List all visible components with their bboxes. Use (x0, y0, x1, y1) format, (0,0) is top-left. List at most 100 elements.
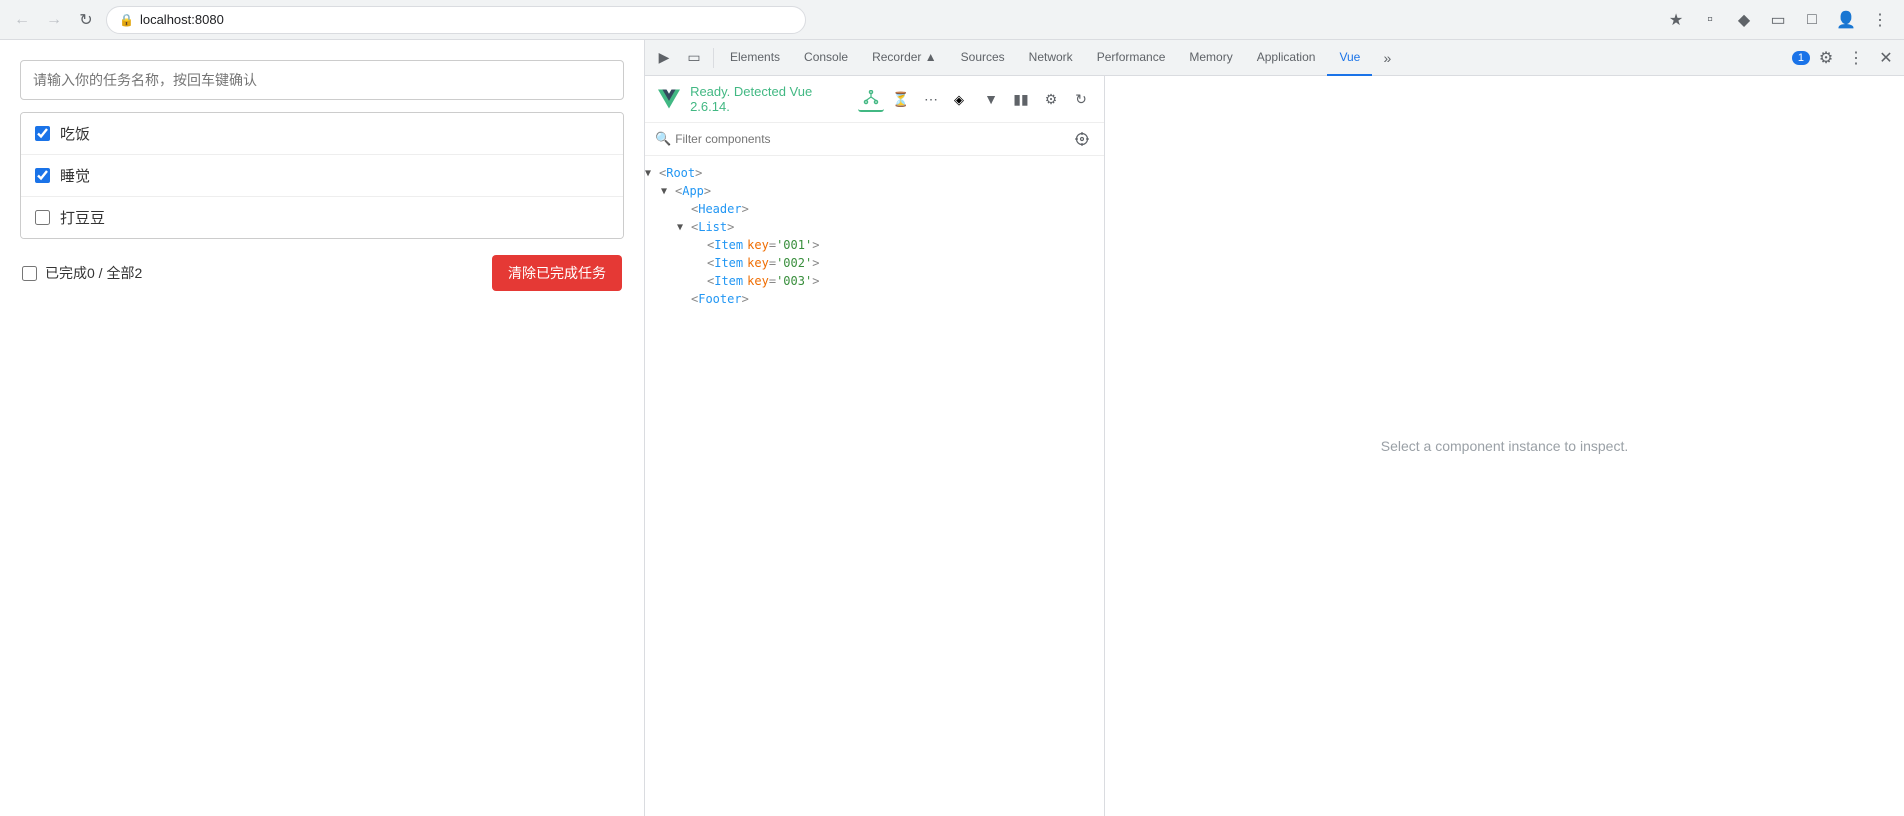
all-check-checkbox[interactable] (22, 266, 37, 281)
vue-panel: Ready. Detected Vue 2.6.14. (645, 76, 1105, 816)
tree-attr-val: '001' (776, 238, 812, 252)
task-label: 打豆豆 (60, 207, 105, 228)
inspector-placeholder-text: Select a component instance to inspect. (1381, 438, 1628, 454)
tree-node[interactable]: <Header> (645, 200, 1104, 218)
tree-tag-open: < (659, 166, 666, 180)
filter-components-input[interactable] (675, 132, 1066, 146)
tree-node[interactable]: <Itemkey='002'> (645, 254, 1104, 272)
task-checkbox[interactable] (35, 168, 50, 183)
tree-attr-name: key (747, 274, 769, 288)
tree-tag-open: < (707, 274, 714, 288)
address-bar: 🔒 localhost:8080 (106, 6, 806, 34)
tree-tag-name: Root (666, 166, 695, 180)
vue-settings-icon[interactable]: ⚙ (1038, 86, 1064, 112)
inspector-pane: Select a component instance to inspect. (1105, 76, 1904, 816)
tab-separator (713, 48, 714, 68)
tab-vue[interactable]: Vue (1327, 40, 1372, 76)
tree-node[interactable]: ▼<App> (645, 182, 1104, 200)
tree-tag-name: Item (714, 238, 743, 252)
tree-node[interactable]: ▼<List> (645, 218, 1104, 236)
puzzle-icon[interactable]: ◆ (1730, 6, 1758, 34)
tree-tag-open: < (675, 184, 682, 198)
task-checkbox[interactable] (35, 210, 50, 225)
more-tabs-button[interactable]: » (1373, 44, 1401, 72)
tree-tag-close: > (812, 274, 819, 288)
task-checkbox[interactable] (35, 126, 50, 141)
lock-icon: 🔒 (119, 13, 134, 27)
tab-console[interactable]: Console (792, 40, 860, 76)
browser-chrome: ← → ↻ 🔒 localhost:8080 ★ ▫ ◆ ▭ □ 👤 ⋮ (0, 0, 1904, 40)
cast-icon[interactable]: ▭ (1764, 6, 1792, 34)
vue-bar-chart-icon[interactable]: ▮▮ (1008, 86, 1034, 112)
tree-tag-name: App (682, 184, 704, 198)
tab-application[interactable]: Application (1245, 40, 1328, 76)
devtools-close-icon[interactable]: ✕ (1872, 44, 1900, 72)
tab-sources[interactable]: Sources (949, 40, 1017, 76)
tree-attr-name: key (747, 238, 769, 252)
back-button[interactable]: ← (10, 8, 34, 32)
tree-tag-open: < (707, 238, 714, 252)
tree-arrow: ▼ (645, 168, 659, 179)
tab-performance[interactable]: Performance (1085, 40, 1178, 76)
filter-search-icon: 🔍 (655, 131, 671, 147)
vue-refresh-icon[interactable]: ↻ (1068, 86, 1094, 112)
tree-tag-open: < (691, 202, 698, 216)
notification-badge: 1 (1792, 51, 1810, 65)
more-icon[interactable]: ⋮ (1866, 6, 1894, 34)
vue-flame-icon[interactable]: ◈ (948, 86, 974, 112)
reload-button[interactable]: ↻ (74, 8, 98, 32)
tree-tag-close: > (742, 202, 749, 216)
forward-button[interactable]: → (42, 8, 66, 32)
svg-text:◈: ◈ (954, 92, 964, 107)
tree-attr-val: '002' (776, 256, 812, 270)
component-tree: ▼<Root>▼<App> <Header>▼<List> <Itemkey='… (645, 156, 1104, 816)
tree-arrow: ▼ (661, 186, 675, 197)
vue-component-tree-icon[interactable] (858, 86, 884, 112)
tree-arrow (693, 258, 707, 269)
tab-recorder[interactable]: Recorder ▲ (860, 40, 949, 76)
tree-node[interactable]: ▼<Root> (645, 164, 1104, 182)
inspect-icon[interactable]: ▶ (650, 44, 678, 72)
target-select-icon[interactable] (1070, 127, 1094, 151)
clear-completed-button[interactable]: 清除已完成任务 (492, 255, 622, 291)
vue-history-icon[interactable]: ⏳ (888, 86, 914, 112)
devtools-body: Ready. Detected Vue 2.6.14. (645, 76, 1904, 816)
vue-header: Ready. Detected Vue 2.6.14. (645, 76, 1104, 123)
tree-arrow (693, 240, 707, 251)
tab-memory[interactable]: Memory (1177, 40, 1244, 76)
tree-attr-val: '003' (776, 274, 812, 288)
tree-node[interactable]: <Itemkey='003'> (645, 272, 1104, 290)
device-icon[interactable]: ▭ (680, 44, 708, 72)
vue-ready-text: Ready. Detected Vue 2.6.14. (690, 84, 850, 114)
vue-dropdown-icon[interactable]: ▼ (978, 86, 1004, 112)
bookmark-star-icon[interactable]: ★ (1662, 6, 1690, 34)
tree-tag-name: Footer (698, 292, 741, 306)
window-icon[interactable]: □ (1798, 6, 1826, 34)
devtools-pane: ▶ ▭ Elements Console Recorder ▲ Sources … (645, 40, 1904, 816)
devtools-more-icon[interactable]: ⋮ (1842, 44, 1870, 72)
task-label: 睡觉 (60, 165, 90, 186)
devtools-tabs: ▶ ▭ Elements Console Recorder ▲ Sources … (645, 40, 1904, 76)
tree-arrow (677, 204, 691, 215)
task-list: 吃饭睡觉打豆豆 (20, 112, 624, 239)
tree-tag-close: > (695, 166, 702, 180)
tab-network[interactable]: Network (1017, 40, 1085, 76)
tree-tag-open: < (691, 220, 698, 234)
filter-input-wrap: 🔍 (655, 131, 1066, 147)
task-input[interactable] (20, 60, 624, 100)
tree-attr-name: key (747, 256, 769, 270)
tree-node[interactable]: <Itemkey='001'> (645, 236, 1104, 254)
url-text: localhost:8080 (140, 12, 224, 27)
vue-dots-icon[interactable]: ⋯ (918, 86, 944, 112)
footer-row: 已完成0 / 全部2 清除已完成任务 (20, 255, 624, 291)
tree-arrow (693, 276, 707, 287)
tree-node[interactable]: <Footer> (645, 290, 1104, 308)
tree-tag-close: > (742, 292, 749, 306)
task-item: 睡觉 (21, 155, 623, 197)
devtools-settings-icon[interactable]: ⚙ (1812, 44, 1840, 72)
tree-tag-name: Header (698, 202, 741, 216)
profile-icon[interactable]: 👤 (1832, 6, 1860, 34)
extensions-icon[interactable]: ▫ (1696, 6, 1724, 34)
tree-tag-name: Item (714, 256, 743, 270)
tab-elements[interactable]: Elements (718, 40, 792, 76)
